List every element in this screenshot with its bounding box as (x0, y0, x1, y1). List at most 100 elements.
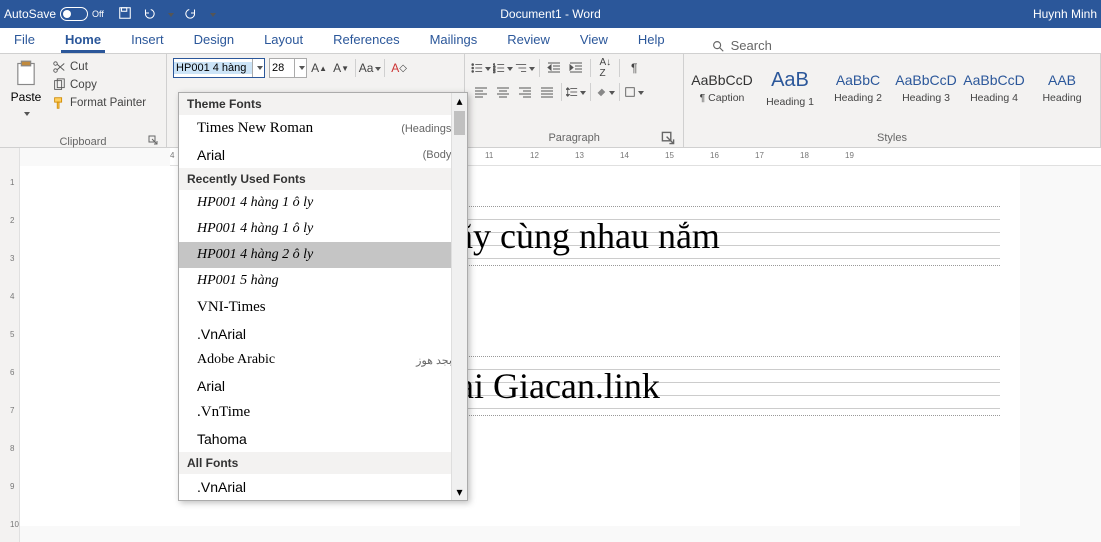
tab-view[interactable]: View (576, 28, 612, 53)
vertical-ruler[interactable]: 12345678910 (0, 148, 20, 542)
style-tile[interactable]: AaBbCcDHeading 4 (962, 60, 1026, 116)
theme-fonts-header: Theme Fonts (179, 93, 467, 115)
format-painter-button[interactable]: Format Painter (52, 96, 146, 110)
numbering-button[interactable]: 123 (493, 58, 513, 78)
dropdown-scrollbar[interactable]: ▴ ▾ (451, 93, 467, 500)
copy-button[interactable]: Copy (52, 78, 146, 92)
font-size-dropdown-icon[interactable] (294, 59, 306, 77)
tab-references[interactable]: References (329, 28, 403, 53)
font-option[interactable]: Times New Roman(Headings) (179, 115, 467, 142)
grow-font-button[interactable]: A▲ (309, 58, 329, 78)
paragraph-launcher[interactable] (471, 131, 677, 145)
font-dropdown-panel[interactable]: Theme Fonts Times New Roman(Headings)Ari… (178, 92, 468, 501)
font-name-input[interactable] (174, 62, 252, 74)
tab-help[interactable]: Help (634, 28, 669, 53)
font-option[interactable]: Arial (179, 373, 467, 399)
scroll-thumb[interactable] (454, 111, 465, 135)
shrink-font-button[interactable]: A▼ (331, 58, 351, 78)
font-name-combo[interactable] (173, 58, 265, 78)
sort-button[interactable]: A↓Z (595, 58, 615, 78)
style-label: Heading 4 (970, 92, 1018, 104)
justify-button[interactable] (537, 82, 557, 102)
style-tile[interactable]: AABHeading (1030, 60, 1094, 116)
font-name: Adobe Arabic (197, 352, 275, 368)
tab-home[interactable]: Home (61, 28, 105, 53)
style-label: Heading 3 (902, 92, 950, 104)
style-tile[interactable]: AaBbCcD Heading 3 (894, 60, 958, 116)
user-name[interactable]: Huynh Minh (1033, 7, 1097, 21)
font-option[interactable]: Tahoma (179, 426, 467, 452)
style-tile[interactable]: AaBbCHeading 2 (826, 60, 890, 116)
scissors-icon (52, 60, 66, 74)
tab-file[interactable]: File (10, 28, 39, 53)
format-painter-label: Format Painter (70, 97, 146, 109)
brush-icon (52, 96, 66, 110)
ruler-tick: 18 (800, 151, 809, 160)
show-marks-button[interactable]: ¶ (624, 58, 644, 78)
style-gallery[interactable]: AaBbCcD¶ CaptionAaBHeading 1AaBbCHeading… (690, 58, 1094, 116)
font-name: Tahoma (197, 431, 247, 447)
font-option[interactable]: HP001 4 hàng 2 ô ly (179, 242, 467, 268)
tab-mailings[interactable]: Mailings (426, 28, 482, 53)
copy-icon (52, 78, 66, 92)
ruler-tick: 7 (10, 406, 14, 415)
tab-review[interactable]: Review (503, 28, 554, 53)
borders-button[interactable] (624, 82, 644, 102)
ruler-tick: 8 (10, 444, 14, 453)
font-name-dropdown-icon[interactable] (252, 59, 264, 77)
paste-button[interactable]: Paste (6, 58, 46, 120)
increase-indent-button[interactable] (566, 58, 586, 78)
search-icon (711, 39, 725, 53)
font-option[interactable]: .VnArial (179, 321, 467, 347)
shading-button[interactable] (595, 82, 615, 102)
redo-icon[interactable] (184, 6, 198, 23)
undo-icon[interactable] (142, 6, 156, 23)
font-name: VNI-Times (197, 299, 266, 316)
align-left-button[interactable] (471, 82, 491, 102)
bullets-button[interactable] (471, 58, 491, 78)
font-size-input[interactable] (270, 62, 294, 74)
font-option[interactable]: .VnArial (179, 474, 467, 500)
clear-formatting-button[interactable]: A◇ (389, 58, 409, 78)
decrease-indent-button[interactable] (544, 58, 564, 78)
clipboard-icon (12, 60, 40, 88)
font-name: .VnArial (197, 479, 246, 495)
style-tile[interactable]: AaBHeading 1 (758, 60, 822, 116)
clipboard-launcher[interactable] (6, 135, 160, 145)
group-paragraph: 123 A↓Z ¶ (465, 54, 684, 147)
scroll-up-icon[interactable]: ▴ (452, 93, 467, 109)
qat-customize-icon[interactable] (208, 7, 216, 21)
ruler-tick: 14 (620, 151, 629, 160)
font-option[interactable]: HP001 5 hàng (179, 268, 467, 294)
style-sample: AaBbC (836, 72, 880, 88)
search-box[interactable]: Search (711, 38, 772, 53)
paste-dropdown-icon[interactable] (22, 106, 30, 120)
tab-design[interactable]: Design (190, 28, 238, 53)
document-page[interactable]: hân ơ hãy cùng nhau nắm in hay tại Giaca… (20, 166, 1020, 526)
font-option[interactable]: HP001 4 hàng 1 ô ly (179, 190, 467, 216)
style-tile[interactable]: AaBbCcD¶ Caption (690, 60, 754, 116)
font-name: Arial (197, 147, 225, 163)
ruler-tick: 12 (530, 151, 539, 160)
undo-dropdown-icon[interactable] (166, 7, 174, 21)
multilevel-list-button[interactable] (515, 58, 535, 78)
tab-layout[interactable]: Layout (260, 28, 307, 53)
save-icon[interactable] (118, 6, 132, 23)
font-option[interactable]: VNI-Times (179, 294, 467, 321)
ruler-tick: 15 (665, 151, 674, 160)
align-center-button[interactable] (493, 82, 513, 102)
tab-insert[interactable]: Insert (127, 28, 168, 53)
font-option[interactable]: Adobe Arabicأبجد هوز (179, 347, 467, 373)
style-sample: AaBbCcD (895, 72, 956, 88)
toggle-switch-icon[interactable] (60, 7, 88, 21)
font-option[interactable]: Arial(Body) (179, 142, 467, 168)
align-right-button[interactable] (515, 82, 535, 102)
font-option[interactable]: HP001 4 hàng 1 ô ly (179, 216, 467, 242)
font-option[interactable]: .VnTime (179, 399, 467, 426)
autosave-toggle[interactable]: AutoSave Off (4, 7, 104, 21)
font-size-combo[interactable] (269, 58, 307, 78)
scroll-down-icon[interactable]: ▾ (452, 484, 467, 500)
change-case-button[interactable]: Aa (360, 58, 380, 78)
line-spacing-button[interactable] (566, 82, 586, 102)
cut-button[interactable]: Cut (52, 60, 146, 74)
